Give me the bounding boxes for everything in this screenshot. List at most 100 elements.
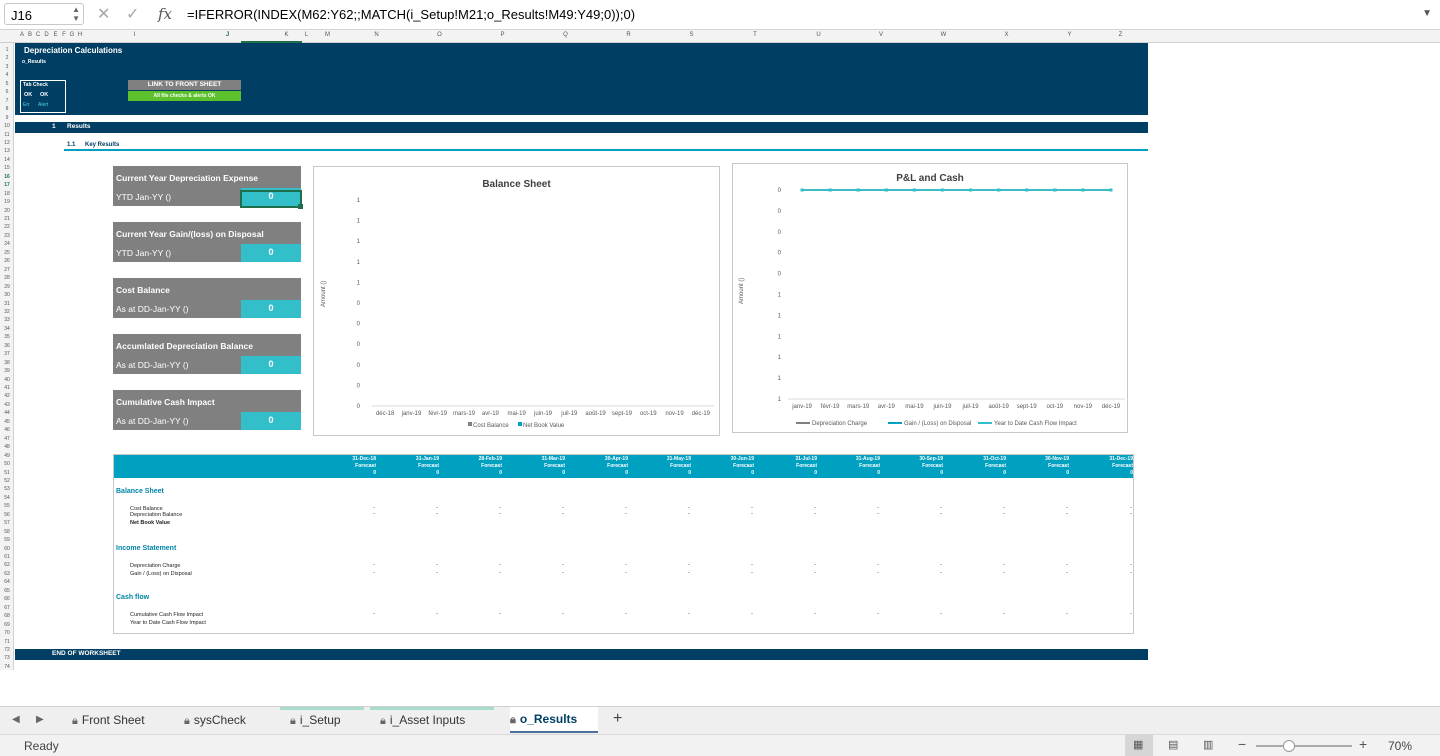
- row-header[interactable]: 40: [0, 377, 14, 383]
- row-header[interactable]: 48: [0, 444, 14, 450]
- row-header[interactable]: 74: [0, 664, 14, 670]
- column-header[interactable]: Z: [1101, 32, 1140, 38]
- row-header[interactable]: 22: [0, 224, 14, 230]
- column-header[interactable]: C: [34, 32, 42, 38]
- fill-handle[interactable]: [298, 204, 303, 209]
- row-header[interactable]: 3: [0, 64, 14, 70]
- row-header[interactable]: 34: [0, 326, 14, 332]
- row-header[interactable]: 9: [0, 115, 14, 121]
- row-header[interactable]: 15: [0, 165, 14, 171]
- prev-sheet-icon[interactable]: ◀: [12, 714, 20, 725]
- row-header[interactable]: 64: [0, 579, 14, 585]
- row-header[interactable]: 62: [0, 562, 14, 568]
- zoom-slider[interactable]: [1256, 745, 1352, 747]
- row-header[interactable]: 54: [0, 495, 14, 501]
- row-header[interactable]: 8: [0, 106, 14, 112]
- sheet-tab[interactable]: 🔒︎ i_Asset Inputs: [370, 707, 498, 731]
- zoom-slider-handle[interactable]: [1283, 740, 1295, 752]
- row-header[interactable]: 18: [0, 191, 14, 197]
- column-header[interactable]: N: [345, 32, 408, 38]
- row-header[interactable]: 26: [0, 258, 14, 264]
- sheet-tab[interactable]: 🔒︎ Front Sheet: [72, 711, 170, 731]
- row-header[interactable]: 38: [0, 360, 14, 366]
- row-header[interactable]: 43: [0, 402, 14, 408]
- row-header[interactable]: 72: [0, 647, 14, 653]
- name-box[interactable]: J16 ▲ ▼: [4, 3, 84, 25]
- page-break-icon[interactable]: ▥: [1203, 738, 1213, 751]
- row-header[interactable]: 7: [0, 98, 14, 104]
- sheet-tab[interactable]: 🔒︎ sysCheck: [184, 711, 274, 731]
- row-header[interactable]: 28: [0, 275, 14, 281]
- row-header[interactable]: 33: [0, 317, 14, 323]
- page-layout-icon[interactable]: ▤: [1168, 738, 1178, 751]
- column-header[interactable]: H: [76, 32, 84, 38]
- row-header[interactable]: 50: [0, 461, 14, 467]
- column-header[interactable]: L: [303, 32, 310, 38]
- formula-expand-icon[interactable]: ▼: [1422, 8, 1432, 19]
- row-header[interactable]: 45: [0, 419, 14, 425]
- row-header[interactable]: 17: [0, 182, 14, 188]
- row-header[interactable]: 13: [0, 148, 14, 154]
- column-header[interactable]: I: [84, 32, 185, 38]
- row-header[interactable]: 5: [0, 81, 14, 87]
- row-header[interactable]: 25: [0, 250, 14, 256]
- row-header[interactable]: 2: [0, 55, 14, 61]
- pl-cash-chart[interactable]: P&L and Cash Amount () 0 0 0 0 0 1 1 1 1 1 1 janv-1…: [732, 163, 1128, 433]
- formula-input[interactable]: =IFERROR(INDEX(M62:Y62;;MATCH(i_Setup!M2…: [187, 7, 635, 22]
- row-header[interactable]: 14: [0, 157, 14, 163]
- column-header[interactable]: E: [51, 32, 60, 38]
- row-header[interactable]: 21: [0, 216, 14, 222]
- row-header[interactable]: 69: [0, 622, 14, 628]
- row-header[interactable]: 29: [0, 284, 14, 290]
- row-header[interactable]: 49: [0, 453, 14, 459]
- row-header[interactable]: 12: [0, 140, 14, 146]
- sheet-tab[interactable]: 🔒︎ o_Results: [510, 707, 598, 733]
- row-header[interactable]: 66: [0, 596, 14, 602]
- column-header[interactable]: M: [310, 32, 345, 38]
- row-header[interactable]: 35: [0, 334, 14, 340]
- column-header[interactable]: F: [60, 32, 68, 38]
- row-header[interactable]: 39: [0, 368, 14, 374]
- row-header[interactable]: 58: [0, 529, 14, 535]
- row-header[interactable]: 30: [0, 292, 14, 298]
- function-icon[interactable]: fx: [158, 5, 172, 23]
- column-header[interactable]: W: [912, 32, 975, 38]
- row-header[interactable]: 52: [0, 478, 14, 484]
- column-header[interactable]: V: [850, 32, 912, 38]
- column-header[interactable]: P: [471, 32, 534, 38]
- column-header[interactable]: T: [723, 32, 787, 38]
- row-header[interactable]: 70: [0, 630, 14, 636]
- row-header[interactable]: 36: [0, 343, 14, 349]
- column-header[interactable]: D: [42, 32, 51, 38]
- row-header[interactable]: 31: [0, 301, 14, 307]
- zoom-out-icon[interactable]: −: [1238, 736, 1246, 752]
- cancel-icon[interactable]: ✕: [97, 4, 110, 24]
- row-header[interactable]: 65: [0, 588, 14, 594]
- row-header[interactable]: 1: [0, 47, 14, 53]
- row-header[interactable]: 59: [0, 537, 14, 543]
- row-header[interactable]: 19: [0, 199, 14, 205]
- row-header[interactable]: 20: [0, 208, 14, 214]
- row-header[interactable]: 24: [0, 241, 14, 247]
- row-header[interactable]: 4: [0, 72, 14, 78]
- row-header[interactable]: 6: [0, 89, 14, 95]
- row-header[interactable]: 23: [0, 233, 14, 239]
- name-box-spinner-icon[interactable]: ▲ ▼: [72, 5, 80, 23]
- row-header[interactable]: 42: [0, 393, 14, 399]
- row-header[interactable]: 71: [0, 639, 14, 645]
- row-header[interactable]: 44: [0, 410, 14, 416]
- row-header[interactable]: 11: [0, 132, 14, 138]
- row-header[interactable]: 51: [0, 470, 14, 476]
- row-header[interactable]: 56: [0, 512, 14, 518]
- row-header[interactable]: 16: [0, 174, 14, 180]
- balance-sheet-chart[interactable]: Balance Sheet Amount () 1 1 1 1 1 0 0 0 0 0 0 déc-1…: [313, 166, 720, 436]
- row-header[interactable]: 53: [0, 486, 14, 492]
- zoom-in-icon[interactable]: +: [1359, 736, 1367, 752]
- column-header[interactable]: Q: [534, 32, 597, 38]
- row-header[interactable]: 67: [0, 605, 14, 611]
- column-header[interactable]: B: [26, 32, 34, 38]
- confirm-icon[interactable]: ✓: [126, 4, 139, 24]
- row-header[interactable]: 32: [0, 309, 14, 315]
- row-header[interactable]: 41: [0, 385, 14, 391]
- row-header[interactable]: 57: [0, 520, 14, 526]
